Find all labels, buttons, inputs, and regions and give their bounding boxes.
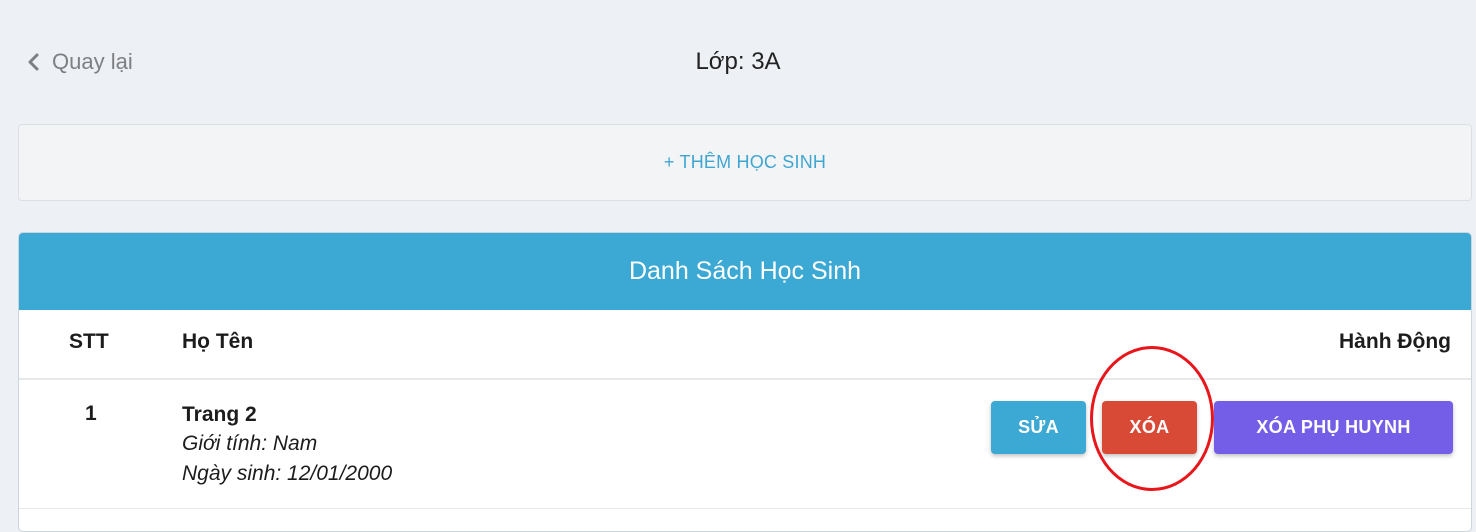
column-header-actions: Hành Động: [1339, 330, 1451, 353]
add-student-button[interactable]: + THÊM HỌC SINH: [664, 152, 826, 173]
student-list-title: Danh Sách Học Sinh: [19, 233, 1471, 310]
delete-student-button[interactable]: XÓA: [1102, 401, 1197, 454]
student-birthdate: Ngày sinh: 12/01/2000: [182, 462, 393, 485]
edit-student-button[interactable]: SỬA: [991, 401, 1086, 454]
student-list-card: Danh Sách Học Sinh STT Họ Tên Hành Động …: [18, 232, 1472, 532]
table-header: STT Họ Tên Hành Động: [19, 310, 1471, 380]
student-name: Trang 2: [182, 403, 257, 426]
row-student-info: Trang 2 Giới tính: Nam Ngày sinh: 12/01/…: [182, 400, 392, 489]
page-title: Lớp: 3A: [695, 48, 781, 75]
student-gender: Giới tính: Nam: [182, 432, 318, 455]
table-row: 1 Trang 2 Giới tính: Nam Ngày sinh: 12/0…: [19, 380, 1471, 509]
add-student-panel: + THÊM HỌC SINH: [18, 124, 1472, 201]
column-header-name: Họ Tên: [182, 330, 254, 353]
column-header-index: STT: [69, 330, 109, 353]
delete-parent-button[interactable]: XÓA PHỤ HUYNH: [1214, 401, 1453, 454]
row-index: 1: [85, 402, 97, 425]
